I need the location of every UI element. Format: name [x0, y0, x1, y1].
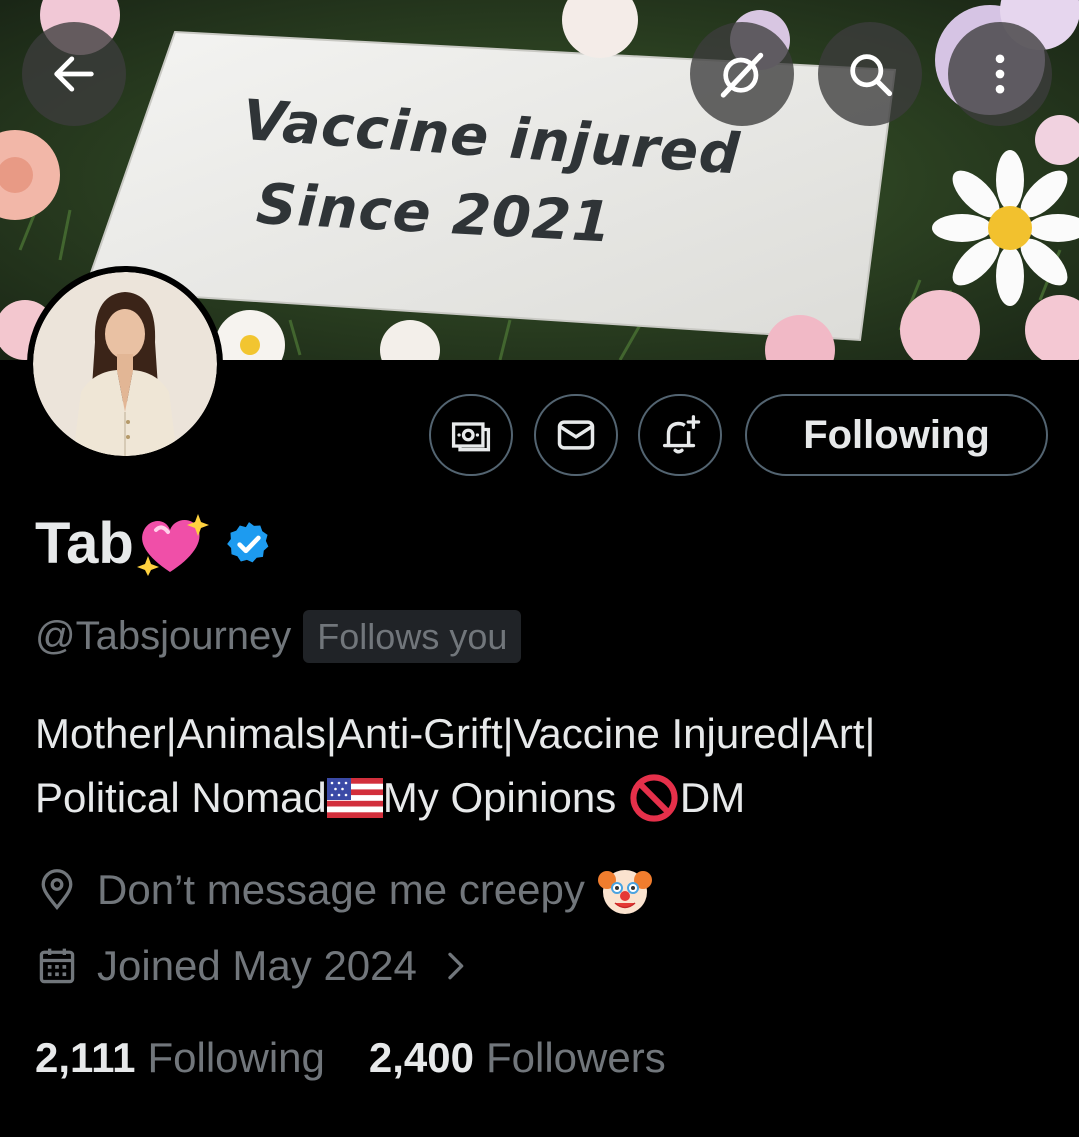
- bio-line-1: Mother|Animals|Anti-Grift|Vaccine Injure…: [35, 710, 876, 757]
- display-name: Tab: [35, 511, 134, 576]
- profile-location: Don’t message me creepy: [35, 862, 653, 918]
- money-icon: [451, 422, 491, 452]
- tip-button[interactable]: [429, 394, 513, 476]
- name-row: Tab: [35, 512, 274, 576]
- bell-plus-icon: [662, 415, 701, 454]
- prohibited-icon: [630, 774, 678, 822]
- bio-text-political-nomad: Political Nomad: [35, 774, 327, 821]
- follows-you-badge: Follows you: [303, 610, 522, 664]
- message-button[interactable]: [534, 394, 618, 476]
- following-stat[interactable]: 2,111 Following: [35, 1034, 325, 1082]
- following-count: 2,111: [35, 1034, 136, 1081]
- arrow-left-icon: [54, 56, 94, 92]
- bio-line-2: Political Nomad My Opinions DM: [35, 766, 1065, 830]
- profile-bio: Mother|Animals|Anti-Grift|Vaccine Injure…: [35, 702, 1065, 830]
- profile-joined[interactable]: Joined May 2024: [35, 942, 475, 990]
- notify-button[interactable]: [638, 394, 722, 476]
- verified-badge-icon: [226, 522, 269, 563]
- following-label: Following: [147, 1034, 325, 1081]
- search-button[interactable]: [818, 22, 922, 126]
- followers-count: 2,400: [368, 1034, 474, 1081]
- following-button[interactable]: Following: [745, 394, 1048, 476]
- more-button[interactable]: [948, 22, 1052, 126]
- handle-row: @Tabsjourney Follows you: [35, 610, 522, 664]
- joined-text: Joined May 2024: [97, 942, 417, 989]
- avatar-image: [33, 272, 217, 456]
- user-handle: @Tabsjourney: [35, 614, 292, 659]
- clown-face-icon: [597, 870, 652, 914]
- grok-icon: [720, 52, 764, 98]
- bio-text-dm: DM: [679, 774, 746, 821]
- more-vertical-icon: [995, 54, 1005, 94]
- bio-text-my-opinions: My Opinions: [382, 774, 628, 821]
- followers-label: Followers: [486, 1034, 666, 1081]
- search-icon: [850, 54, 893, 97]
- location-text: Don’t message me creepy: [97, 866, 585, 913]
- profile-avatar[interactable]: [27, 266, 223, 462]
- envelope-icon: [557, 420, 595, 450]
- chevron-right-icon: [448, 952, 464, 980]
- us-flag-icon: [326, 778, 383, 818]
- calendar-icon: [39, 948, 75, 984]
- followers-stat[interactable]: 2,400 Followers: [369, 1034, 666, 1082]
- sparkling-heart-emoji-icon: [136, 514, 209, 576]
- profile-stats: 2,111 Following 2,400 Followers: [35, 1034, 666, 1082]
- back-button[interactable]: [22, 22, 126, 126]
- location-pin-icon: [41, 869, 73, 910]
- grok-button[interactable]: [690, 22, 794, 126]
